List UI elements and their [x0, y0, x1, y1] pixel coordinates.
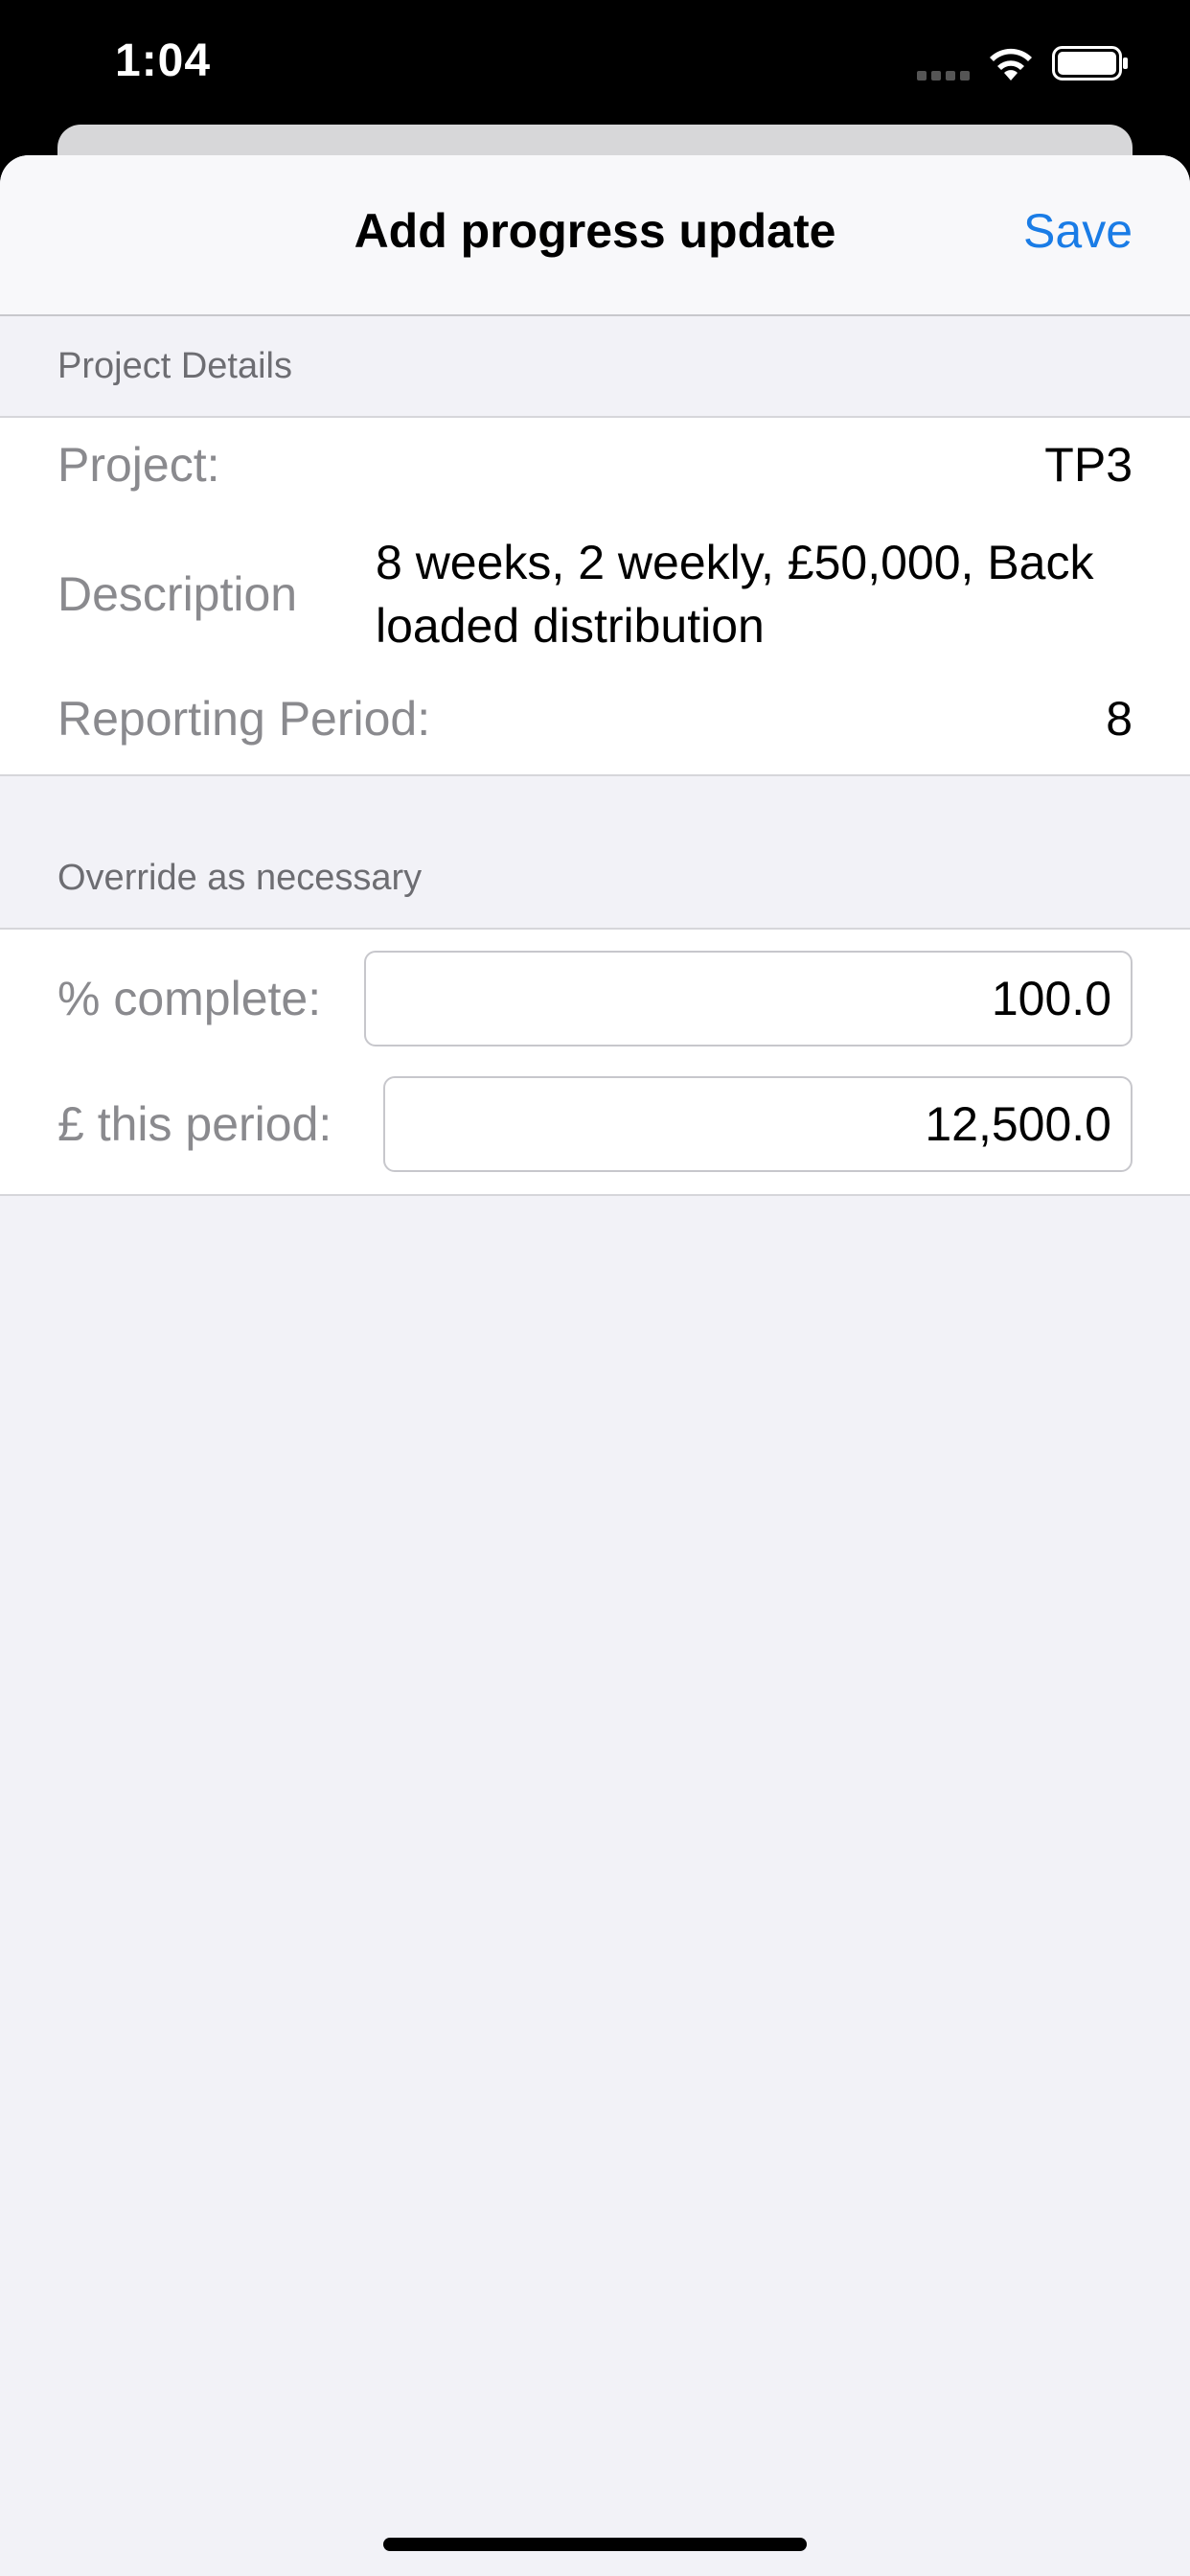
signal-icon — [917, 71, 970, 80]
navigation-bar: Add progress update Save — [0, 155, 1190, 316]
amount-this-period-label: £ this period: — [57, 1097, 332, 1151]
status-bar: 1:04 — [0, 0, 1190, 126]
project-details-group: Project: TP3 Description 8 weeks, 2 week… — [0, 416, 1190, 776]
home-indicator[interactable] — [383, 2538, 807, 2551]
status-time: 1:04 — [115, 35, 212, 86]
page-title: Add progress update — [354, 204, 836, 258]
project-value: TP3 — [1044, 438, 1133, 492]
reporting-period-value: 8 — [1106, 692, 1133, 746]
project-row: Project: TP3 — [0, 418, 1190, 510]
save-button[interactable]: Save — [1023, 203, 1133, 259]
wifi-icon — [990, 48, 1032, 80]
percent-complete-label: % complete: — [57, 972, 322, 1025]
reporting-period-row: Reporting Period: 8 — [0, 678, 1190, 774]
amount-this-period-row: £ this period: 12,500.0 — [0, 1062, 1190, 1194]
battery-icon — [1052, 46, 1128, 80]
percent-complete-row: % complete: 100.0 — [0, 930, 1190, 1062]
amount-this-period-field[interactable]: 12,500.0 — [383, 1076, 1133, 1172]
modal-sheet: Add progress update Save Project Details… — [0, 155, 1190, 2576]
section-header-overrides: Override as necessary — [57, 858, 423, 898]
section-header-project-details: Project Details — [57, 345, 292, 386]
screen: 1:04 Add progress update Save Project De… — [0, 0, 1190, 2576]
overrides-group: % complete: 100.0 £ this period: 12,500.… — [0, 928, 1190, 1196]
project-label: Project: — [57, 438, 220, 492]
reporting-period-label: Reporting Period: — [57, 692, 431, 746]
description-value: 8 weeks, 2 weekly, £50,000, Back loaded … — [376, 536, 1094, 653]
description-row: Description 8 weeks, 2 weekly, £50,000, … — [0, 510, 1190, 678]
description-label: Description — [57, 567, 298, 621]
percent-complete-field[interactable]: 100.0 — [364, 951, 1133, 1046]
